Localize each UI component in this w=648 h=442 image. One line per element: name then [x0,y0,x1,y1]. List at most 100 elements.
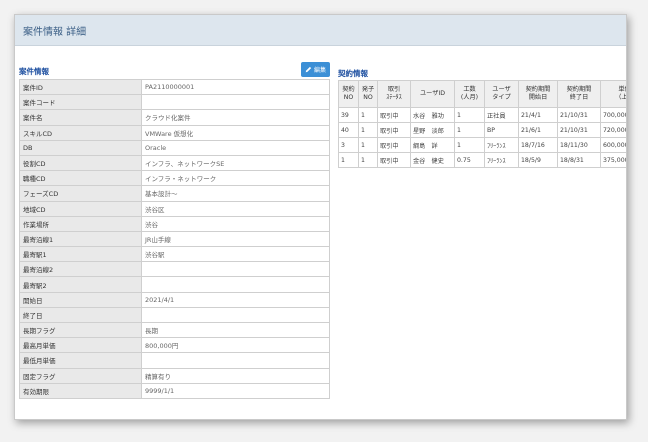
info-value [141,306,330,324]
contract-cell-sub[interactable]: 1 [358,107,378,123]
contract-cell-type: ﾌﾘｰﾗﾝｽ [484,137,519,153]
contract-cell-effort: 1 [454,122,485,138]
contracts-column-header[interactable]: 契約期間 終了日 [557,80,601,108]
info-label: 地域CD [19,200,142,217]
contract-cell-price: 700,000 [600,107,626,123]
info-row: 固定フラグ 精算有り [19,367,330,384]
contract-cell-price: 600,000 [600,137,626,153]
info-row: 開始日 2021/4/1 [19,291,330,308]
contract-cell-sub[interactable]: 1 [358,152,378,168]
contract-cell-status[interactable]: 取引中 [377,122,411,138]
contract-cell-user: 水谷 雅功 [410,107,455,123]
contract-cell-end: 21/10/31 [557,122,601,138]
contracts-column-header[interactable]: 契約 NO [338,80,359,108]
info-value: 渋谷駅 [141,246,330,263]
contract-cell-type: ﾌﾘｰﾗﾝｽ [484,152,519,168]
info-row: 地域CD 渋谷区 [19,200,330,217]
info-row: 最低月単価 [19,352,330,369]
contract-cell-price: 720,000 [600,122,626,138]
contract-cell-no[interactable]: 39 [338,107,359,123]
contract-cell-type: 正社員 [484,107,519,123]
contract-row[interactable]: 1 1 取引中 金谷 健史 0.75 ﾌﾘｰﾗﾝｽ 18/5/9 18/8/31 375,000 [338,152,626,168]
contract-cell-effort: 1 [454,107,485,123]
contracts-title: 契約情報 [338,69,368,78]
contracts-column-header[interactable]: 取引 ｽﾃｰﾀｽ [377,80,411,108]
contract-cell-user: 金谷 健史 [410,152,455,168]
contracts-column-header[interactable]: 工数 (人月) [454,80,485,108]
column-header-line2: タイプ [492,94,511,101]
info-value: 基本設計～ [141,185,330,202]
contract-cell-sub[interactable]: 1 [358,137,378,153]
info-label: 最寄沿線1 [19,230,142,248]
info-row: 最寄駅2 [19,276,330,293]
column-header-line2: ｽﾃｰﾀｽ [386,94,402,101]
column-header-line2: 終了日 [569,94,589,101]
info-value: 長期 [141,321,330,339]
contract-cell-effort: 0.75 [454,152,485,168]
column-header-line1: 契約 [342,85,355,93]
contract-cell-status[interactable]: 取引中 [377,107,411,123]
contracts-column-header[interactable]: 契約期間 開始日 [518,80,558,108]
contract-cell-status[interactable]: 取引中 [377,152,411,168]
contract-cell-no[interactable]: 40 [338,122,359,138]
contract-cell-effort: 1 [454,137,485,153]
info-value [141,94,330,111]
column-header-line1: 単価 [618,85,626,93]
contracts-column-header[interactable]: ユーザID [410,80,455,108]
info-value: 渋谷区 [141,200,330,217]
column-header-line2: （上位 [615,94,627,101]
page-title: 案件情報 詳細 [23,26,87,38]
info-value: 精算有り [141,367,330,384]
contracts-column-header[interactable]: 単価（上位 [600,80,627,108]
info-label: 職種CD [19,170,142,187]
info-row: 職種CD インフラ・ネットワーク [19,170,330,187]
info-label: スキルCD [19,124,142,141]
column-header-line1: ユーザID [419,89,446,97]
info-row: 作業場所 渋谷 [19,215,330,232]
case-info-header: 案件情報 編集 [19,61,330,79]
column-header-line2: NO [343,94,354,101]
info-row: 案件コード [19,94,330,111]
contract-row[interactable]: 40 1 取引中 星野 淡郎 1 BP 21/6/1 21/10/31 720,000 [338,122,626,138]
info-label: 作業場所 [19,215,142,232]
info-label: 役割CD [19,154,142,172]
contract-row[interactable]: 3 1 取引中 綱島 詳 1 ﾌﾘｰﾗﾝｽ 18/7/16 18/11/30 600,000 [338,137,626,153]
contract-cell-start: 21/6/1 [518,122,558,138]
column-header-line2: 開始日 [528,94,548,101]
contract-cell-status[interactable]: 取引中 [377,137,411,153]
info-value: インフラ、ネットワークSE [141,154,330,172]
info-label: 有効期限 [19,382,142,399]
contracts-column-header[interactable]: ユーザ タイプ [484,80,519,108]
contracts-column-header[interactable]: 発子 NO [358,80,378,108]
info-row: スキルCD VMWare 仮想化 [19,124,330,141]
app-window: 案件情報 詳細 案件情報 編集 案件ID PA2110000001 案件コード 案件名… [14,14,627,420]
info-label: 案件ID [19,78,142,96]
info-label: 最高月単価 [19,337,142,354]
info-value: 渋谷 [141,215,330,232]
info-value: PA2110000001 [141,78,330,96]
column-header-line1: ユーザ [492,85,511,93]
contract-cell-no[interactable]: 1 [338,152,359,168]
info-value: 9999/1/1 [141,382,330,399]
info-value: 800,000円 [141,337,330,354]
info-label: 案件名 [19,109,142,126]
info-row: 最寄駅1 渋谷駅 [19,246,330,263]
info-row: 最寄沿線1 JR山手線 [19,230,330,248]
column-header-line1: 工数 [463,85,476,93]
contract-cell-sub[interactable]: 1 [358,122,378,138]
info-label: 案件コード [19,94,142,111]
contract-cell-end: 18/11/30 [557,137,601,153]
info-row: 最寄沿線2 [19,261,330,278]
info-value: 2021/4/1 [141,291,330,308]
contract-cell-start: 18/7/16 [518,137,558,153]
contract-row[interactable]: 39 1 取引中 水谷 雅功 1 正社員 21/4/1 21/10/31 700,000 [338,107,626,123]
column-header-line1: 取引 [387,85,401,93]
info-label: 最寄駅1 [19,246,142,263]
case-info-title: 案件情報 [19,67,49,76]
contract-cell-no[interactable]: 3 [338,137,359,153]
column-header-line2: NO [363,94,373,101]
edit-button[interactable]: 編集 [300,62,330,77]
column-header-line1: 発子 [361,85,375,93]
info-row: 有効期限 9999/1/1 [19,382,330,399]
edit-button-label: 編集 [313,67,326,74]
